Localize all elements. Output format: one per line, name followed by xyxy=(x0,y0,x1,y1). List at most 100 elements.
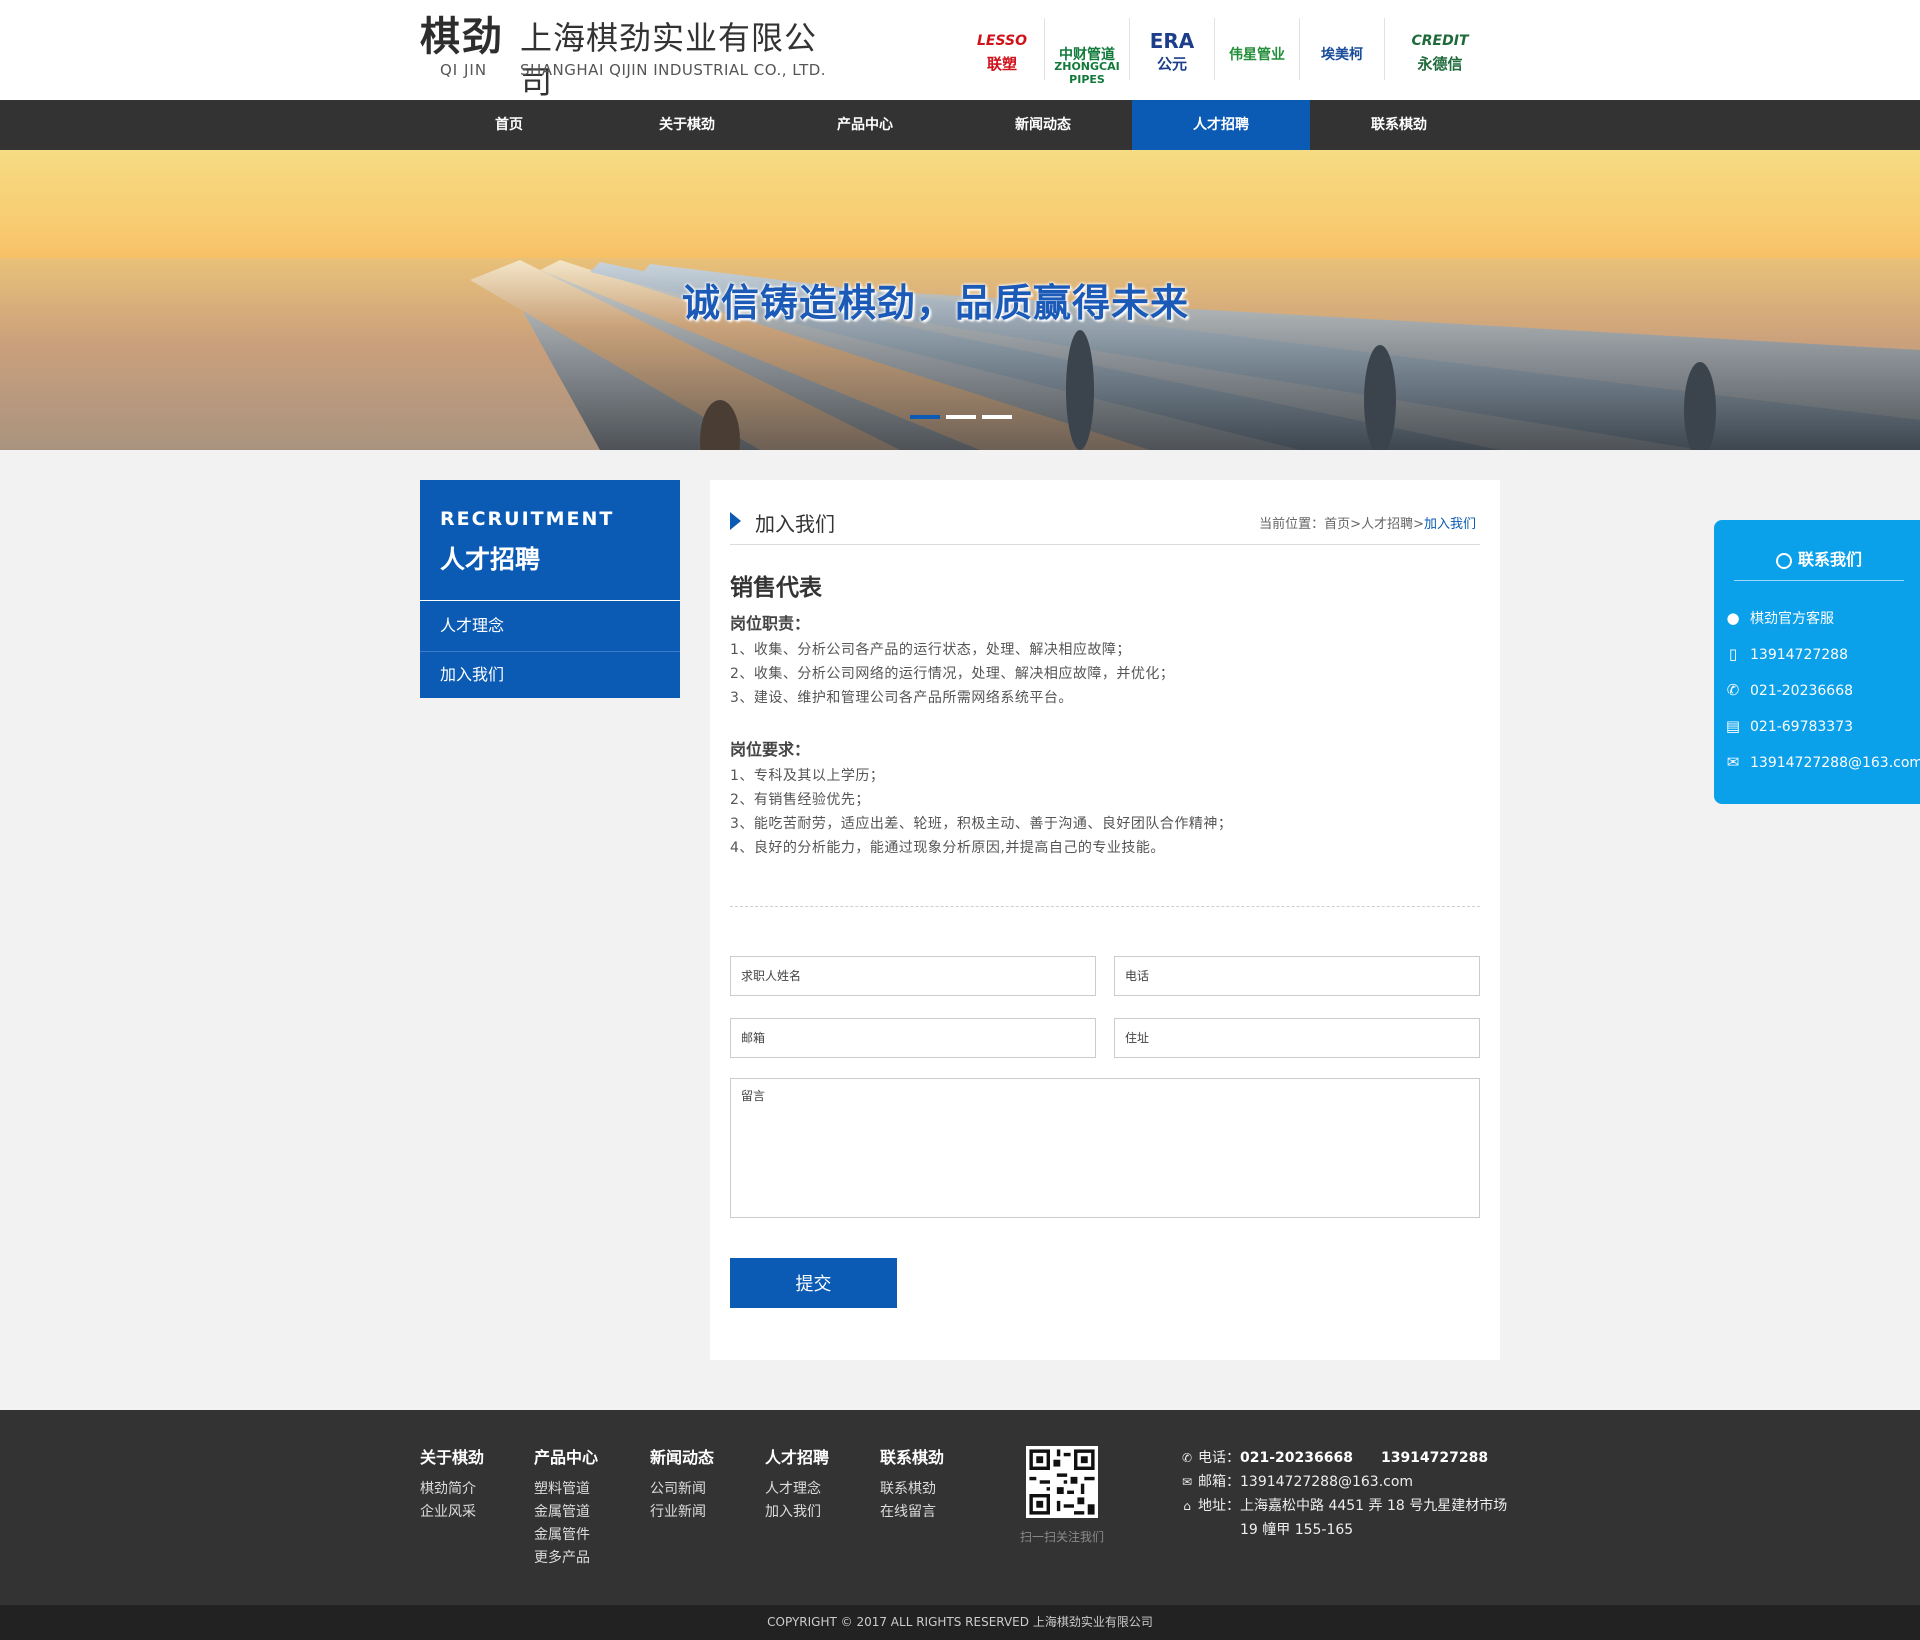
qq-label: 棋劲官方客服 xyxy=(1750,611,1834,627)
footer-link[interactable]: 塑料管道 xyxy=(534,1478,598,1501)
banner-dot[interactable] xyxy=(982,415,1012,419)
breadcrumb: 当前位置：首页>人才招聘>加入我们 xyxy=(1259,513,1476,532)
footer-contact-info: ✆ 电话：021-20236668 13914727288 ✉ 邮箱：1391472… xyxy=(1178,1446,1507,1542)
sidebar: RECRUITMENT 人才招聘 人才理念 加入我们 xyxy=(420,480,680,698)
brand-logo: CREDIT 永德信 xyxy=(1385,18,1495,80)
footer-link[interactable]: 更多产品 xyxy=(534,1547,598,1570)
breadcrumb-sep: > xyxy=(1350,517,1362,532)
footer-link[interactable]: 企业风采 xyxy=(420,1501,484,1524)
nav-about[interactable]: 关于棋劲 xyxy=(598,100,776,150)
message-textarea[interactable] xyxy=(730,1078,1480,1218)
brand-logo: ERA 公元 xyxy=(1130,18,1215,80)
nav-contact[interactable]: 联系棋劲 xyxy=(1310,100,1488,150)
footer-link[interactable]: 棋劲简介 xyxy=(420,1478,484,1501)
footer-column-title[interactable]: 产品中心 xyxy=(534,1444,598,1468)
breadcrumb-label: 当前位置： xyxy=(1259,517,1325,532)
breadcrumb-home[interactable]: 首页 xyxy=(1324,517,1350,532)
sidebar-header: RECRUITMENT 人才招聘 xyxy=(420,480,680,601)
requirement-item: 4、良好的分析能力，能通过现象分析原因,并提高自己的专业技能。 xyxy=(730,840,1165,856)
logo-pinyin: QI JIN xyxy=(440,61,488,79)
site-footer: 关于棋劲 棋劲简介 企业风采 产品中心 塑料管道 金属管道 金属管件 更多产品 新闻动态 公司新闻… xyxy=(0,1410,1920,1605)
duty-item: 2、收集、分析公司网络的运行情况，处理、解决相应故障，并优化； xyxy=(730,666,1175,682)
headset-icon xyxy=(1775,552,1792,569)
qr-code-icon xyxy=(1026,1446,1098,1518)
footer-column: 产品中心塑料管道 金属管道 金属管件 更多产品 xyxy=(534,1444,598,1570)
footer-column-title[interactable]: 人才招聘 xyxy=(765,1444,829,1468)
requirements-list: 1、专科及其以上学历； 2、有销售经验优先； 3、能吃苦耐劳，适应出差、轮班，积… xyxy=(730,764,1232,860)
footer-link[interactable]: 金属管道 xyxy=(534,1501,598,1524)
nav-news[interactable]: 新闻动态 xyxy=(954,100,1132,150)
printer-icon: ▤ xyxy=(1725,717,1741,735)
company-name-en: SHANGHAI QIJIN INDUSTRIAL CO., LTD. xyxy=(520,61,827,79)
footer-email-value: 13914727288@163.com xyxy=(1240,1474,1414,1490)
duty-item: 3、建设、维护和管理公司各产品所需网络系统平台。 xyxy=(730,690,1073,706)
mobile-number: 13914727288 xyxy=(1750,647,1848,663)
contact-email[interactable]: ✉ 13914727288@163.com xyxy=(1724,751,1920,773)
email-input[interactable] xyxy=(730,1018,1096,1058)
applicant-name-input[interactable] xyxy=(730,956,1096,996)
contact-fax[interactable]: ▤ 021-69783373 xyxy=(1724,715,1853,737)
brand-logo: LESSO 联塑 xyxy=(960,18,1045,80)
footer-column-title[interactable]: 联系棋劲 xyxy=(880,1444,944,1468)
brand-subname: 永德信 xyxy=(1417,55,1463,73)
footer-phone-label: 电话： xyxy=(1198,1450,1240,1466)
footer-column-title[interactable]: 新闻动态 xyxy=(650,1444,714,1468)
footer-column: 关于棋劲棋劲简介 企业风采 xyxy=(420,1444,484,1524)
brand-name: 埃美柯 xyxy=(1321,47,1363,63)
telephone-icon: ✆ xyxy=(1726,681,1740,699)
email-address: 13914727288@163.com xyxy=(1750,755,1920,771)
requirement-item: 3、能吃苦耐劳，适应出差、轮班，积极主动、善于沟通、良好团队合作精神； xyxy=(730,816,1233,832)
content-header: 加入我们 当前位置：首页>人才招聘>加入我们 xyxy=(730,508,1480,545)
floating-contact-panel: 联系我们 ● 棋劲官方客服 ▯ 13914727288 ✆ 021-20236668 … xyxy=(1714,520,1920,804)
footer-link[interactable]: 行业新闻 xyxy=(650,1501,714,1524)
breadcrumb-current[interactable]: 加入我们 xyxy=(1424,517,1476,532)
page-title: 加入我们 xyxy=(755,512,835,536)
submit-button[interactable]: 提交 xyxy=(730,1258,897,1308)
footer-link[interactable]: 公司新闻 xyxy=(650,1478,714,1501)
site-header: 棋劲 QI JIN 上海棋劲实业有限公司 SHANGHAI QIJIN INDU… xyxy=(0,0,1920,101)
brand-name: LESSO xyxy=(976,33,1028,49)
duties-heading: 岗位职责： xyxy=(730,614,811,633)
duty-item: 1、收集、分析公司各产品的运行状态，处理、解决相应故障； xyxy=(730,642,1131,658)
footer-link[interactable]: 联系棋劲 xyxy=(880,1478,944,1501)
main-nav: 首页 关于棋劲 产品中心 新闻动态 人才招聘 联系棋劲 xyxy=(0,100,1920,150)
brand-subname: 联塑 xyxy=(986,55,1017,73)
sidebar-title-cn: 人才招聘 xyxy=(440,545,541,574)
phone-input[interactable] xyxy=(1114,956,1480,996)
nav-recruitment[interactable]: 人才招聘 xyxy=(1132,100,1310,150)
brand-logo: 中财管道 ZHONGCAI PIPES xyxy=(1045,18,1130,86)
requirement-item: 2、有销售经验优先； xyxy=(730,792,870,808)
contact-phone[interactable]: ✆ 021-20236668 xyxy=(1724,679,1853,701)
contact-mobile[interactable]: ▯ 13914727288 xyxy=(1724,643,1848,665)
sidebar-item-talent-philosophy[interactable]: 人才理念 xyxy=(420,601,680,652)
nav-home[interactable]: 首页 xyxy=(420,100,598,150)
phone-number: 021-20236668 xyxy=(1750,683,1854,699)
footer-column-title[interactable]: 关于棋劲 xyxy=(420,1444,484,1468)
footer-link[interactable]: 人才理念 xyxy=(765,1478,829,1501)
footer-link[interactable]: 加入我们 xyxy=(765,1501,829,1524)
footer-link[interactable]: 在线留言 xyxy=(880,1501,944,1524)
brand-name: ERA xyxy=(1149,29,1195,53)
address-input[interactable] xyxy=(1114,1018,1480,1058)
brand-logo: 埃美柯 xyxy=(1300,18,1385,80)
site-logo[interactable]: 棋劲 QI JIN 上海棋劲实业有限公司 SHANGHAI QIJIN INDU… xyxy=(420,14,840,101)
footer-column: 人才招聘人才理念 加入我们 xyxy=(765,1444,829,1524)
logo-mark: 棋劲 xyxy=(420,14,504,60)
brand-name: CREDIT xyxy=(1411,33,1469,49)
breadcrumb-recruitment[interactable]: 人才招聘 xyxy=(1361,517,1413,532)
floating-contact-header[interactable]: 联系我们 xyxy=(1734,540,1904,581)
fax-number: 021-69783373 xyxy=(1750,719,1854,735)
floating-contact-title: 联系我们 xyxy=(1797,550,1862,569)
banner-dot[interactable] xyxy=(946,415,976,419)
contact-qq[interactable]: ● 棋劲官方客服 xyxy=(1724,607,1834,629)
sidebar-item-join-us[interactable]: 加入我们 xyxy=(420,652,680,698)
copyright-bar: COPYRIGHT © 2017 ALL RIGHTS RESERVED 上海棋… xyxy=(0,1605,1920,1640)
banner-dot[interactable] xyxy=(910,415,940,419)
duties-list: 1、收集、分析公司各产品的运行状态，处理、解决相应故障； 2、收集、分析公司网络… xyxy=(730,638,1174,710)
main-content: 加入我们 当前位置：首页>人才招聘>加入我们 销售代表 岗位职责： 1、收集、分… xyxy=(710,480,1500,1360)
brand-subname: 公元 xyxy=(1156,55,1187,73)
footer-link[interactable]: 金属管件 xyxy=(534,1524,598,1547)
banner-slide-dots xyxy=(910,415,1018,419)
banner-slogan: 诚信铸造棋劲，品质赢得未来 xyxy=(682,281,1190,325)
nav-products[interactable]: 产品中心 xyxy=(776,100,954,150)
